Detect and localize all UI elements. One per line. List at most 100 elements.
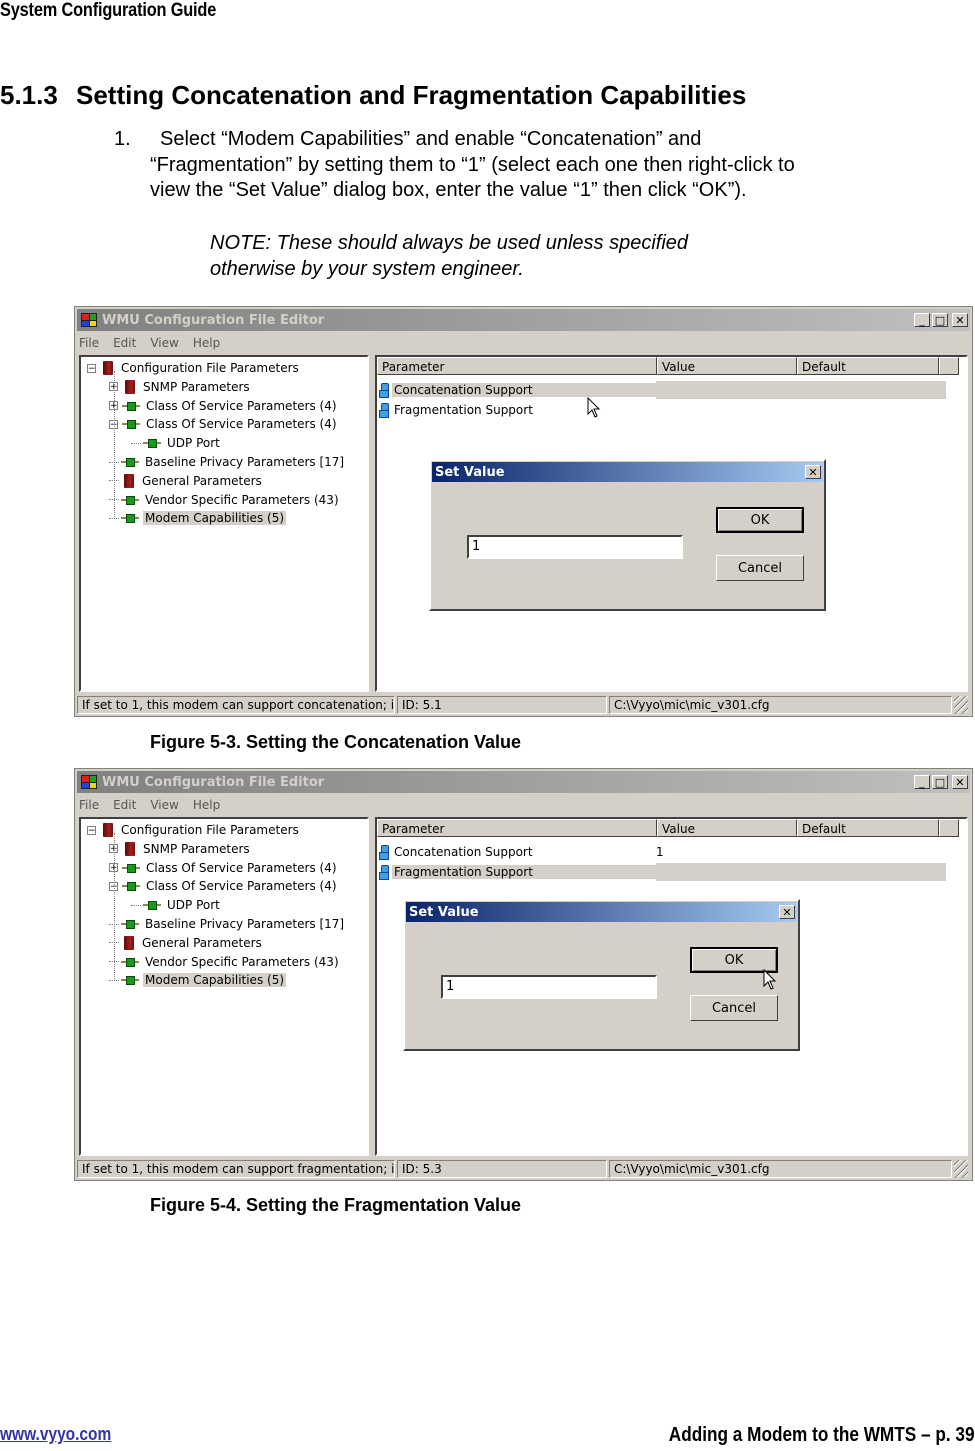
website-link[interactable]: www.vyyo.com [0, 1424, 111, 1445]
parameter-icon [379, 403, 389, 418]
column-header-value[interactable]: Value [657, 819, 797, 837]
book-icon [124, 935, 134, 950]
ok-button[interactable]: OK [716, 507, 804, 533]
tree-item-label: Class Of Service Parameters (4) [146, 879, 337, 894]
tree-view[interactable]: − Configuration File Parameters + SNMP Para… [79, 355, 369, 692]
tree-item-label: Configuration File Parameters [121, 823, 299, 837]
menu-help[interactable]: Help [193, 798, 220, 812]
tree-item[interactable]: Modem Capabilities (5) [109, 509, 287, 527]
tree-item[interactable]: − Class Of Service Parameters (4) [109, 415, 339, 433]
parameter-value: 1 [656, 845, 664, 859]
dialog-close-button[interactable]: ✕ [779, 905, 795, 919]
list-row[interactable]: Fragmentation Support [379, 863, 946, 881]
tree-item[interactable]: General Parameters [109, 472, 264, 490]
tree-item[interactable]: Baseline Privacy Parameters [17] [109, 453, 346, 471]
mouse-cursor-icon [587, 396, 601, 422]
tree-item-label: SNMP Parameters [143, 841, 250, 856]
column-header-parameter[interactable]: Parameter [377, 357, 657, 375]
minimize-button[interactable]: _ [914, 775, 930, 789]
step-number: 1. [114, 128, 131, 150]
list-header: Parameter Value Default [377, 819, 966, 839]
parameter-value [656, 401, 946, 419]
tree-item-label: Baseline Privacy Parameters [17] [145, 917, 345, 931]
tree-item-label: Class Of Service Parameters (4) [146, 398, 337, 413]
column-header-default[interactable]: Default [797, 819, 939, 837]
close-button[interactable]: ✕ [952, 775, 968, 789]
tree-item[interactable]: Vendor Specific Parameters (43) [109, 953, 341, 971]
column-header-parameter[interactable]: Parameter [377, 819, 657, 837]
tree-item-label: Configuration File Parameters [121, 361, 299, 375]
node-icon [143, 898, 161, 912]
mouse-cursor-icon [763, 968, 777, 994]
menu-view[interactable]: View [150, 798, 178, 812]
tree-item-label: Modem Capabilities (5) [143, 973, 287, 988]
resize-grip[interactable] [954, 696, 968, 714]
tree-item[interactable]: − Configuration File Parameters [87, 359, 301, 377]
node-icon [121, 917, 139, 931]
tree-item[interactable]: + SNMP Parameters [109, 840, 252, 858]
tree-item[interactable]: Baseline Privacy Parameters [17] [109, 915, 346, 933]
node-icon [121, 455, 139, 469]
app-icon [81, 313, 97, 327]
minimize-button[interactable]: _ [914, 313, 930, 327]
running-header: System Configuration Guide [0, 0, 217, 21]
value-input[interactable]: 1 [467, 535, 683, 559]
tree-item-label: General Parameters [142, 935, 262, 950]
app-window: WMU Configuration File Editor _ □ ✕ File Edit… [74, 768, 973, 1181]
title-bar[interactable]: WMU Configuration File Editor _ □ ✕ [77, 309, 970, 331]
menu-help[interactable]: Help [193, 336, 220, 350]
column-header-filler [939, 357, 959, 375]
tree-item-label: General Parameters [142, 473, 262, 488]
dialog-close-button[interactable]: ✕ [805, 465, 821, 479]
column-header-default[interactable]: Default [797, 357, 939, 375]
tree-item[interactable]: + Class Of Service Parameters (4) [109, 859, 339, 877]
parameter-name: Concatenation Support [394, 845, 533, 859]
tree-item-label: SNMP Parameters [143, 379, 250, 394]
tree-item[interactable]: Modem Capabilities (5) [109, 971, 287, 989]
menu-file[interactable]: File [79, 336, 99, 350]
book-icon [125, 841, 135, 856]
menu-view[interactable]: View [150, 336, 178, 350]
collapse-icon[interactable]: − [87, 825, 96, 835]
tree-item[interactable]: Vendor Specific Parameters (43) [109, 491, 341, 509]
book-icon [103, 823, 113, 837]
tree-item[interactable]: + SNMP Parameters [109, 378, 252, 396]
status-hint: If set to 1, this modem can support conc… [77, 696, 395, 714]
collapse-icon[interactable]: − [87, 363, 96, 373]
list-row[interactable]: Concatenation Support [379, 381, 946, 399]
node-icon [121, 511, 139, 525]
tree-connector [131, 904, 141, 906]
note-line-1: NOTE: These should always be used unless… [210, 232, 689, 254]
maximize-button[interactable]: □ [932, 775, 948, 789]
node-icon [143, 436, 161, 450]
cancel-button[interactable]: Cancel [716, 555, 804, 581]
column-header-value[interactable]: Value [657, 357, 797, 375]
dialog-title-bar[interactable]: Set Value ✕ [406, 902, 797, 922]
tree-item[interactable]: General Parameters [109, 934, 264, 952]
value-input[interactable]: 1 [441, 975, 657, 999]
book-icon [124, 473, 134, 488]
dialog-title: Set Value [435, 464, 505, 480]
menu-edit[interactable]: Edit [113, 336, 136, 350]
dialog-title-bar[interactable]: Set Value ✕ [432, 462, 823, 482]
title-bar[interactable]: WMU Configuration File Editor _ □ ✕ [77, 771, 970, 793]
close-button[interactable]: ✕ [952, 313, 968, 327]
cancel-button[interactable]: Cancel [690, 995, 778, 1021]
tree-item[interactable]: UDP Port [131, 896, 222, 914]
menu-file[interactable]: File [79, 798, 99, 812]
node-icon [121, 973, 139, 987]
tree-item[interactable]: − Class Of Service Parameters (4) [109, 877, 339, 895]
tree-guide-line [114, 371, 115, 519]
tree-item[interactable]: UDP Port [131, 434, 222, 452]
app-window: WMU Configuration File Editor _ □ ✕ File Edit… [74, 306, 973, 717]
tree-item[interactable]: + Class Of Service Parameters (4) [109, 397, 339, 415]
menu-edit[interactable]: Edit [113, 798, 136, 812]
tree-item-label: Class Of Service Parameters (4) [146, 860, 337, 875]
list-row[interactable]: Fragmentation Support [379, 401, 946, 419]
resize-grip[interactable] [954, 1160, 968, 1178]
tree-item-label: UDP Port [167, 898, 220, 913]
list-row[interactable]: Concatenation Support 1 [379, 843, 946, 861]
tree-view[interactable]: − Configuration File Parameters + SNMP Para… [79, 817, 369, 1156]
tree-item[interactable]: − Configuration File Parameters [87, 821, 301, 839]
maximize-button[interactable]: □ [932, 313, 948, 327]
